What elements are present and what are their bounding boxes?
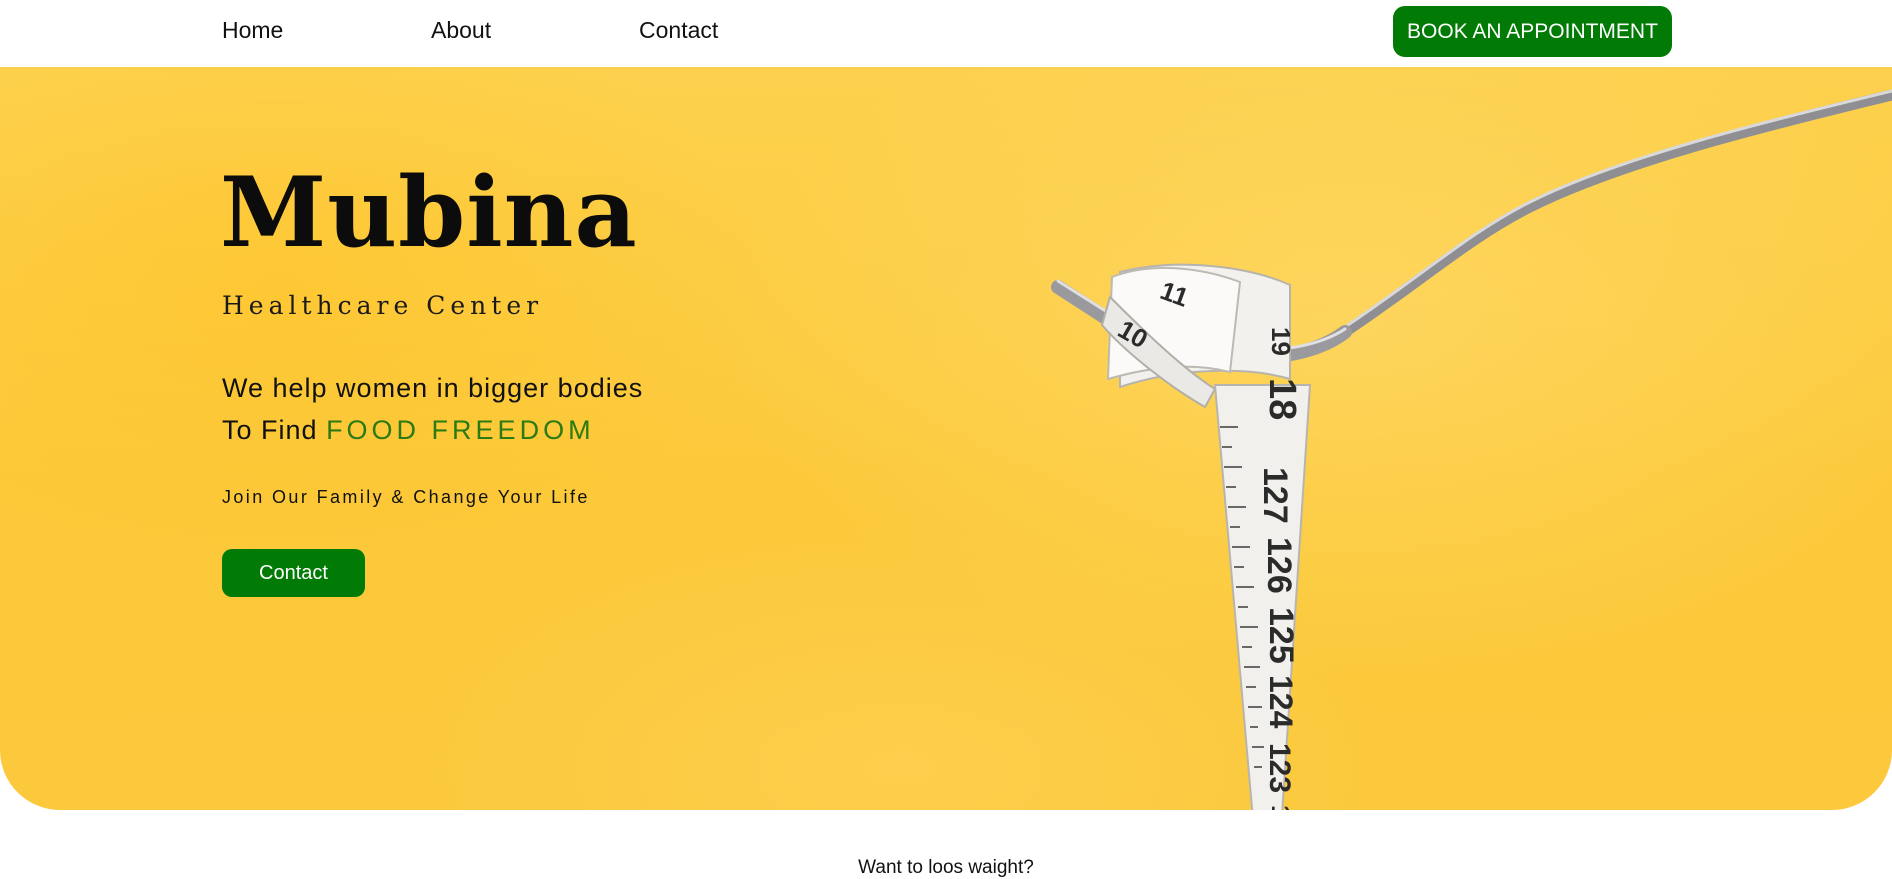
nav-link-home[interactable]: Home [222, 17, 283, 44]
nav-link-contact[interactable]: Contact [639, 17, 718, 44]
hero-tagline: We help women in bigger bodies To Find F… [222, 367, 643, 451]
tagline-highlight: FOOD FREEDOM [326, 415, 595, 445]
tagline-prefix: To Find [222, 415, 318, 445]
tape-number-label: 19 [1266, 327, 1296, 356]
hero-banner: 10 11 18 19 127 126 125 124 123 122 121 … [0, 67, 1892, 810]
tagline-line-1: We help women in bigger bodies [222, 373, 644, 403]
join-text: Join Our Family & Change Your Life [222, 487, 590, 507]
tape-number-label: 127 [1256, 467, 1294, 524]
tagline-line-2: To Find FOOD FREEDOM [222, 409, 643, 451]
hero-subtitle: Healthcare Center [222, 291, 544, 320]
nav-link-about[interactable]: About [431, 17, 491, 44]
book-appointment-button[interactable]: BOOK AN APPOINTMENT [1393, 6, 1672, 57]
top-nav: Home About Contact BOOK AN APPOINTMENT [0, 0, 1892, 67]
tape-number-label: 18 [1261, 378, 1303, 420]
tape-number-label: 125 [1262, 607, 1300, 664]
hero-contact-button[interactable]: Contact [222, 549, 365, 597]
section-teaser: Want to loos waight? [858, 857, 1034, 878]
tape-number-label: 124 [1263, 675, 1299, 729]
tape-number-label: 126 [1260, 537, 1298, 594]
tape-number-label: 123 [1263, 743, 1296, 793]
tape-number-label: 122 [1266, 805, 1296, 810]
hero-title: Mubina [220, 156, 638, 269]
